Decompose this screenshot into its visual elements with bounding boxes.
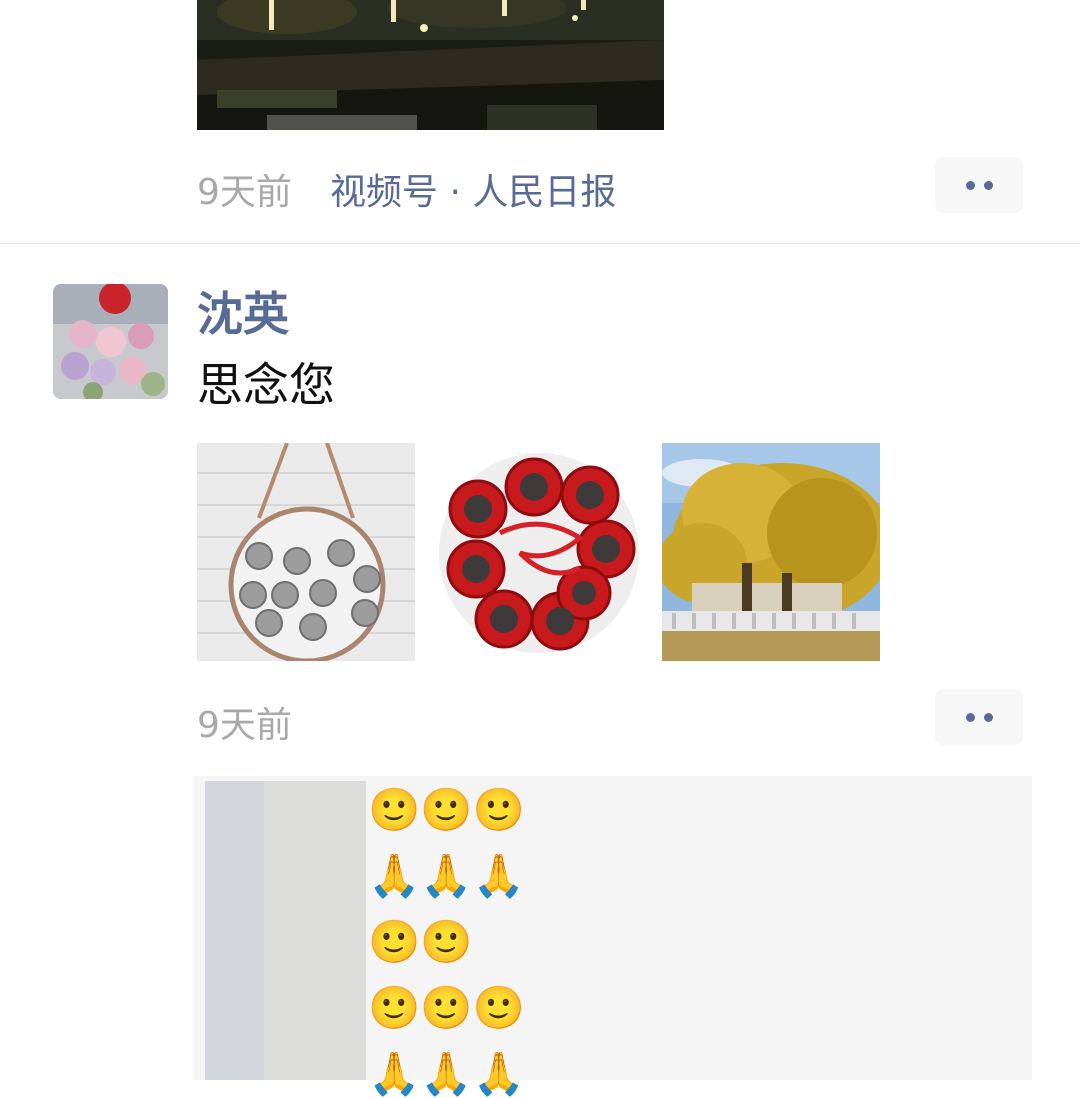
dot-icon [965, 180, 975, 190]
username-link[interactable]: 沈英 [197, 284, 289, 344]
dot-icon [965, 712, 975, 722]
comment-emoji-row: 🙏🙏🙏 [368, 851, 525, 900]
post-text: 思念您 [197, 358, 335, 412]
blurred-commenter-names [205, 781, 266, 1080]
night-garden-video-thumbnail[interactable] [197, 0, 664, 130]
post-image-1[interactable] [197, 443, 415, 661]
dot-icon [983, 180, 993, 190]
post-divider [0, 243, 1080, 244]
comment-emoji-row: 🙂🙂 [368, 917, 473, 966]
comment-emoji-row: 🙏🙏🙏 [368, 1049, 525, 1098]
dot-icon [983, 712, 993, 722]
channel-source-link[interactable]: 视频号 · 人民日报 [330, 163, 616, 215]
post-time: 9天前 [197, 705, 292, 746]
post-image-3[interactable] [662, 443, 880, 661]
comment-emoji-row: 🙂🙂🙂 [368, 983, 525, 1032]
more-actions-button[interactable] [935, 157, 1023, 213]
avatar[interactable] [53, 284, 168, 399]
post-image-2[interactable] [430, 443, 648, 661]
more-actions-button[interactable] [935, 689, 1023, 745]
post-time: 9天前 [197, 172, 292, 213]
comment-emoji-row: 🙂🙂🙂 [368, 785, 525, 834]
blurred-commenter-names [264, 781, 366, 1080]
